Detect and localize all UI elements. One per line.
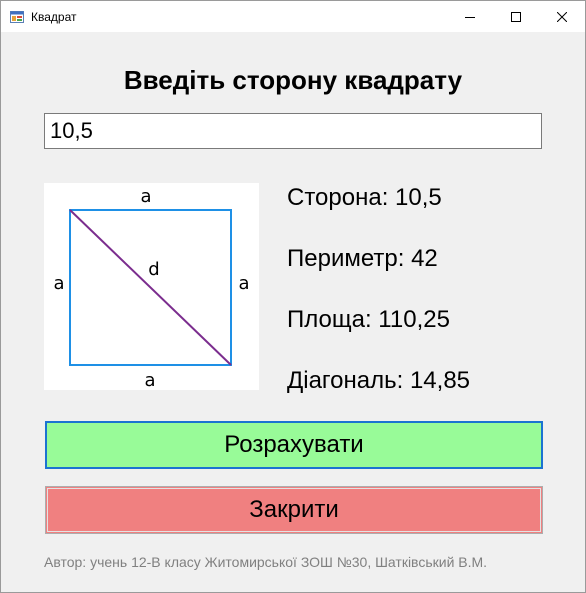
maximize-icon [511, 11, 521, 22]
app-window: Квадрат Введіть сторону квадрату a a a [0, 0, 586, 593]
close-button[interactable]: Закрити [45, 486, 543, 534]
square-diagram: a a a a d [44, 183, 259, 390]
calculate-button-label: Розрахувати [224, 431, 364, 458]
calculate-button[interactable]: Розрахувати [45, 421, 543, 469]
app-form-icon[interactable] [10, 10, 24, 23]
maximize-button[interactable] [493, 1, 539, 32]
label-diagonal: d [148, 259, 159, 280]
title-bar[interactable]: Квадрат [1, 1, 585, 32]
label-side-top: a [140, 186, 151, 207]
result-area: Площа: 110,25 [287, 306, 450, 333]
result-diagonal: Діагональ: 14,85 [287, 367, 471, 394]
close-icon [557, 11, 567, 22]
window-title: Квадрат [31, 10, 77, 24]
result-side: Сторона: 10,5 [287, 184, 442, 211]
label-side-left: a [53, 273, 64, 294]
minimize-icon [465, 16, 475, 18]
close-button-label: Закрити [249, 496, 339, 523]
minimize-button[interactable] [447, 1, 493, 32]
label-side-bottom: a [144, 370, 155, 390]
result-perimeter: Периметр: 42 [287, 245, 438, 272]
diagonal-line [69, 209, 232, 366]
close-window-button[interactable] [539, 1, 585, 32]
side-length-input[interactable] [44, 113, 542, 149]
page-title: Введіть сторону квадрату [123, 65, 463, 95]
label-side-right: a [238, 273, 249, 294]
author-credit: Автор: учень 12-В класу Житомирської ЗОШ… [44, 554, 488, 570]
